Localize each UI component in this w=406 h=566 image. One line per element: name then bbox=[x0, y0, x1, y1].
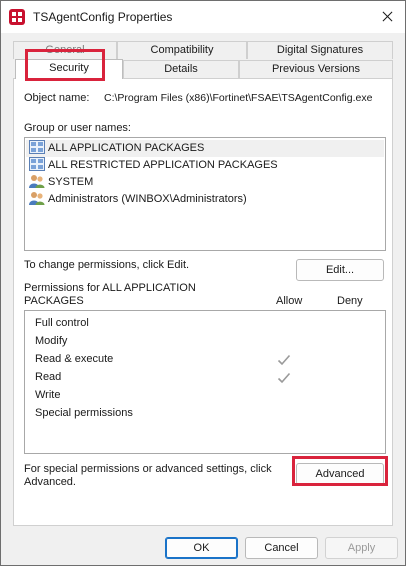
fortinet-app-icon bbox=[9, 9, 25, 25]
list-item-label: SYSTEM bbox=[48, 176, 94, 188]
users-icon bbox=[29, 192, 45, 205]
users-icon bbox=[29, 175, 45, 188]
package-icon bbox=[29, 140, 45, 154]
close-button[interactable] bbox=[369, 1, 405, 33]
permission-row: Modify bbox=[35, 335, 68, 347]
advanced-hint: For special permissions or advanced sett… bbox=[24, 463, 272, 475]
permissions-label: Permissions for ALL APPLICATION bbox=[24, 282, 196, 294]
list-item[interactable]: SYSTEM bbox=[29, 174, 93, 191]
group-user-list[interactable]: ALL APPLICATION PACKAGES ALL RESTRICTED … bbox=[24, 137, 386, 251]
change-permissions-hint: To change permissions, click Edit. bbox=[24, 259, 190, 271]
permission-row: Read & execute bbox=[35, 353, 114, 365]
apply-button[interactable]: Apply bbox=[325, 537, 398, 559]
tab-previous-versions[interactable]: Previous Versions bbox=[239, 60, 393, 78]
tab-digital-signatures[interactable]: Digital Signatures bbox=[247, 41, 393, 59]
group-names-label: Group or user names: bbox=[24, 122, 131, 134]
tab-compatibility[interactable]: Compatibility bbox=[117, 41, 247, 59]
ok-button[interactable]: OK bbox=[165, 537, 238, 559]
edit-button[interactable]: Edit... bbox=[296, 259, 384, 281]
object-name-label: Object name: bbox=[24, 92, 90, 104]
package-icon bbox=[29, 157, 45, 171]
list-item[interactable]: Administrators (WINBOX\Administrators) bbox=[29, 191, 247, 208]
list-item-label: ALL RESTRICTED APPLICATION PACKAGES bbox=[48, 159, 278, 171]
advanced-button[interactable]: Advanced bbox=[296, 463, 384, 485]
tab-details[interactable]: Details bbox=[123, 60, 239, 78]
tab-security[interactable]: Security bbox=[15, 59, 123, 79]
title-bar: TSAgentConfig Properties bbox=[1, 1, 405, 33]
tab-general[interactable]: General bbox=[13, 41, 117, 59]
list-item-label: ALL APPLICATION PACKAGES bbox=[48, 142, 205, 154]
object-name-value: C:\Program Files (x86)\Fortinet\FSAE\TSA… bbox=[104, 92, 373, 104]
list-item[interactable]: ALL RESTRICTED APPLICATION PACKAGES bbox=[29, 157, 278, 174]
advanced-hint-line2: Advanced. bbox=[24, 476, 76, 488]
allow-checkmark-icon bbox=[277, 372, 291, 384]
security-panel: Object name: C:\Program Files (x86)\Fort… bbox=[13, 78, 393, 526]
permission-row: Read bbox=[35, 371, 62, 383]
permission-row: Special permissions bbox=[35, 407, 133, 419]
allow-column-header: Allow bbox=[276, 295, 303, 307]
list-item[interactable]: ALL APPLICATION PACKAGES bbox=[26, 140, 384, 157]
window-title: TSAgentConfig Properties bbox=[33, 10, 173, 24]
list-item-label: Administrators (WINBOX\Administrators) bbox=[48, 193, 247, 205]
allow-checkmark-icon bbox=[277, 354, 291, 366]
properties-dialog: TSAgentConfig Properties General Compati… bbox=[0, 0, 406, 566]
permission-row: Write bbox=[35, 389, 61, 401]
permissions-list: Full control Modify Read & execute Read … bbox=[24, 310, 386, 454]
cancel-button[interactable]: Cancel bbox=[245, 537, 318, 559]
permissions-label-line2: PACKAGES bbox=[24, 295, 84, 307]
deny-column-header: Deny bbox=[337, 295, 363, 307]
permission-row: Full control bbox=[35, 317, 89, 329]
